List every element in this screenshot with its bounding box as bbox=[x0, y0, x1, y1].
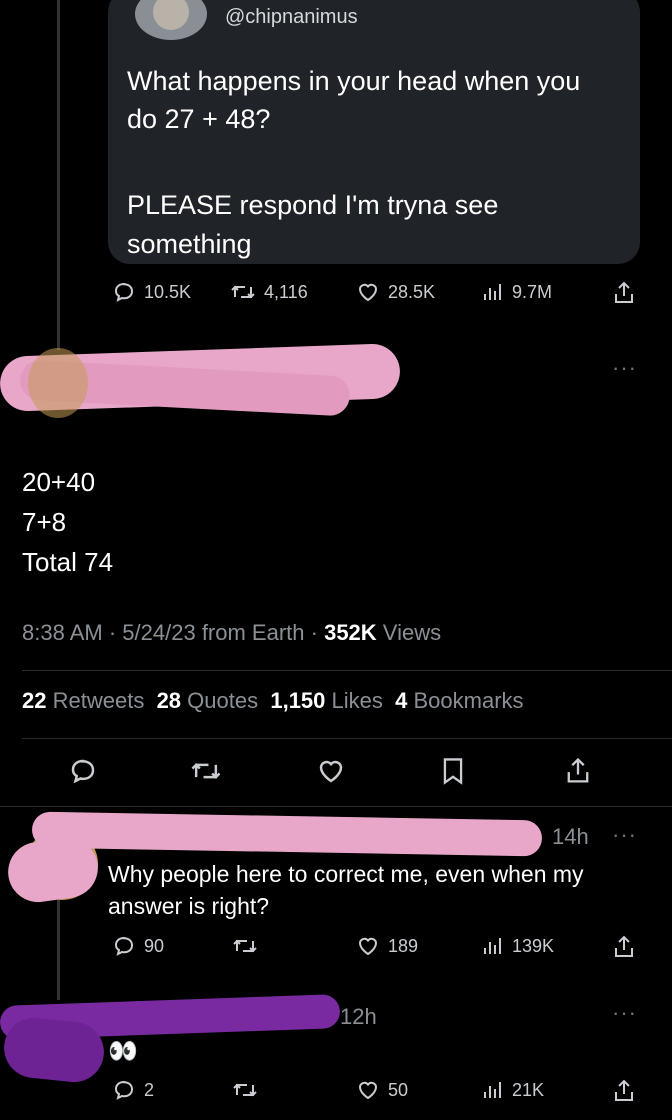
reply1-like-count: 189 bbox=[388, 935, 419, 956]
quoted-text-line4: something bbox=[127, 229, 252, 259]
reply1-views-count: 139K bbox=[512, 935, 555, 956]
reply1-like-button[interactable]: 189 bbox=[356, 934, 418, 958]
divider bbox=[22, 738, 672, 739]
quoted-reply-count: 10.5K bbox=[144, 281, 192, 302]
reply-icon bbox=[71, 759, 95, 784]
reply1-retweet-button[interactable] bbox=[232, 934, 258, 958]
reply2-retweet-button[interactable] bbox=[232, 1078, 258, 1102]
quoted-share-button[interactable] bbox=[612, 280, 636, 306]
heart-icon bbox=[358, 283, 378, 302]
reply-text-line2: answer is right? bbox=[108, 893, 270, 919]
author-avatar[interactable] bbox=[28, 348, 88, 418]
tweet-stats: 22 Retweets 28 Quotes 1,150 Likes 4 Book… bbox=[22, 688, 524, 714]
reply1-views-button[interactable]: 139K bbox=[482, 934, 554, 958]
retweet-icon bbox=[231, 285, 255, 299]
tweet-text-line1: 20+40 bbox=[22, 467, 96, 497]
tweet-views-label: Views bbox=[382, 620, 442, 645]
reply-icon bbox=[114, 1080, 134, 1100]
views-icon bbox=[484, 1082, 501, 1098]
more-options-icon[interactable]: ··· bbox=[612, 355, 637, 381]
views-icon bbox=[484, 938, 501, 954]
reply2-like-button[interactable]: 50 bbox=[356, 1078, 408, 1102]
reply-button[interactable] bbox=[68, 756, 98, 786]
tweet-date[interactable]: 5/24/23 bbox=[122, 620, 195, 645]
heart-icon bbox=[319, 760, 343, 783]
quoted-handle[interactable]: @chipnanimus bbox=[225, 6, 358, 29]
quoted-text-line2: do 27 + 48? bbox=[127, 104, 271, 134]
quoted-like-count: 28.5K bbox=[388, 281, 436, 302]
retweet-icon bbox=[233, 1083, 257, 1097]
share-icon bbox=[615, 281, 633, 303]
tweet-meta: 8:38 AM · 5/24/23 from Earth · 352K View… bbox=[22, 620, 442, 645]
quoted-like-button[interactable]: 28.5K bbox=[356, 280, 435, 304]
share-button[interactable] bbox=[564, 756, 592, 786]
more-options-icon[interactable]: ··· bbox=[612, 822, 637, 848]
views-icon bbox=[484, 284, 501, 300]
likes-stat[interactable]: 1,150 Likes bbox=[270, 688, 383, 713]
share-icon bbox=[567, 757, 589, 783]
quoted-views-button[interactable]: 9.7M bbox=[482, 280, 552, 304]
quoted-retweet-button[interactable]: 4,116 bbox=[230, 280, 308, 304]
reply-time[interactable]: 14h bbox=[552, 824, 589, 850]
quoted-views-count: 9.7M bbox=[512, 281, 553, 302]
reply1-reply-count: 90 bbox=[144, 935, 165, 956]
bookmarks-stat[interactable]: 4 Bookmarks bbox=[395, 688, 523, 713]
heart-icon bbox=[358, 937, 378, 956]
tweet-views-count: 352K bbox=[324, 620, 377, 645]
reply-text-line1: Why people here to correct me, even when… bbox=[108, 861, 584, 887]
reply2-views-button[interactable]: 21K bbox=[482, 1078, 544, 1102]
retweet-button[interactable] bbox=[190, 756, 222, 786]
redaction-scribble bbox=[31, 811, 543, 857]
retweet-icon bbox=[191, 763, 221, 779]
reply2-reply-button[interactable]: 2 bbox=[112, 1078, 154, 1102]
reply2-time[interactable]: 12h bbox=[340, 1004, 377, 1030]
redaction-scribble bbox=[4, 834, 102, 906]
quoted-retweet-count: 4,116 bbox=[264, 281, 308, 302]
tweet-source: from Earth bbox=[201, 620, 305, 645]
bookmark-button[interactable] bbox=[440, 756, 466, 786]
like-button[interactable] bbox=[316, 756, 346, 786]
retweets-stat[interactable]: 22 Retweets bbox=[22, 688, 144, 713]
heart-icon bbox=[358, 1081, 378, 1100]
reply2-like-count: 50 bbox=[388, 1079, 409, 1100]
reply-icon bbox=[114, 282, 134, 302]
reply1-reply-button[interactable]: 90 bbox=[112, 934, 164, 958]
quoted-reply-button[interactable]: 10.5K bbox=[112, 280, 191, 304]
reply2-share-button[interactable] bbox=[612, 1078, 636, 1104]
share-icon bbox=[615, 935, 633, 957]
quoted-text-line3: PLEASE respond I'm tryna see bbox=[127, 190, 499, 220]
reply2-reply-count: 2 bbox=[144, 1079, 155, 1100]
quoted-text-line1: What happens in your head when you bbox=[127, 66, 581, 96]
more-options-icon[interactable]: ··· bbox=[612, 1000, 637, 1026]
bookmark-icon bbox=[443, 758, 463, 785]
retweet-icon bbox=[233, 939, 257, 953]
tweet-text-line2: 7+8 bbox=[22, 507, 67, 537]
quotes-stat[interactable]: 28 Quotes bbox=[157, 688, 259, 713]
reply2-views-count: 21K bbox=[512, 1079, 545, 1100]
tweet-text-line3: Total 74 bbox=[22, 547, 114, 577]
reply1-share-button[interactable] bbox=[612, 934, 636, 960]
share-icon bbox=[615, 1079, 633, 1101]
divider bbox=[22, 670, 672, 671]
reply2-emoji: 👀 bbox=[108, 1038, 138, 1065]
thread-line bbox=[57, 0, 60, 350]
tweet-time[interactable]: 8:38 AM bbox=[22, 620, 103, 645]
divider bbox=[0, 806, 672, 807]
reply-icon bbox=[114, 936, 134, 956]
